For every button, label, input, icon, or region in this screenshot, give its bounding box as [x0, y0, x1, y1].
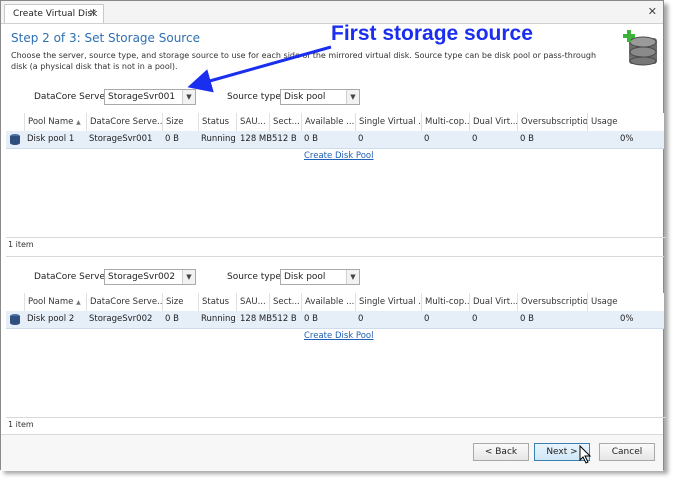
server-select-1[interactable]: StorageSvr001 ▼: [104, 89, 196, 105]
step-description: Choose the server, source type, and stor…: [11, 51, 597, 71]
tab-title: Create Virtual Disk: [13, 9, 98, 19]
source-type-select-2[interactable]: Disk pool ▼: [280, 269, 360, 285]
server-select-2[interactable]: StorageSvr002 ▼: [104, 269, 196, 285]
col-status[interactable]: Status: [198, 293, 236, 311]
cell-dual-virtual: 0: [472, 314, 478, 324]
col-multi-copy[interactable]: Multi-cop...: [421, 293, 469, 311]
col-single-virtual[interactable]: Single Virtual ...: [355, 293, 421, 311]
sort-asc-icon: ▲: [76, 119, 81, 126]
grid-footer-1: 1 item: [6, 237, 666, 252]
back-button[interactable]: < Back: [473, 443, 529, 461]
server-label-2: DataCore Server:: [34, 272, 112, 282]
table-row[interactable]: Disk pool 1 StorageSvr001 0 B Running 12…: [6, 131, 664, 149]
create-disk-pool-link-2[interactable]: Create Disk Pool: [304, 331, 374, 341]
chevron-down-icon: ▼: [182, 270, 195, 284]
col-oversubscription[interactable]: Oversubscription: [517, 293, 587, 311]
server-value-2: StorageSvr002: [108, 272, 176, 282]
disk-pool-grid-2: Pool Name ▲ DataCore Serve... Size Statu…: [6, 293, 666, 433]
cell-available: 0 B: [304, 314, 318, 324]
cell-usage: 0%: [620, 314, 634, 324]
cell-size: 0 B: [165, 314, 179, 324]
cell-multi-copy: 0: [424, 134, 430, 144]
source-type-value-1: Disk pool: [284, 92, 326, 102]
create-disk-pool-link-1[interactable]: Create Disk Pool: [304, 151, 374, 161]
cell-oversubscription: 0 B: [520, 134, 534, 144]
col-oversubscription[interactable]: Oversubscription: [517, 113, 587, 131]
source-type-label-1: Source type:: [227, 92, 284, 102]
cell-status: Running: [201, 134, 236, 144]
cell-size: 0 B: [165, 134, 179, 144]
cell-sector: 512 B: [272, 134, 297, 144]
disk-pool-grid-1: Pool Name ▲ DataCore Serve... Size Statu…: [6, 113, 666, 253]
window-close-icon[interactable]: ✕: [648, 5, 657, 18]
col-dual-virtual[interactable]: Dual Virt...: [469, 113, 517, 131]
annotation-label: First storage source: [331, 22, 533, 45]
cell-sau: 128 MB: [240, 314, 273, 324]
chevron-down-icon: ▼: [346, 270, 359, 284]
cell-status: Running: [201, 314, 236, 324]
col-available[interactable]: Available ...: [301, 113, 355, 131]
cell-server: StorageSvr002: [89, 314, 153, 324]
cell-single-virtual: 0: [358, 314, 364, 324]
source-type-select-1[interactable]: Disk pool ▼: [280, 89, 360, 105]
cell-single-virtual: 0: [358, 134, 364, 144]
col-dual-virtual[interactable]: Dual Virt...: [469, 293, 517, 311]
grid-footer-2: 1 item: [6, 417, 666, 432]
col-pool-name[interactable]: Pool Name ▲: [24, 113, 86, 131]
chevron-down-icon: ▼: [346, 90, 359, 104]
col-multi-copy[interactable]: Multi-cop...: [421, 113, 469, 131]
server-value-1: StorageSvr001: [108, 92, 176, 102]
source-type-label-2: Source type:: [227, 272, 284, 282]
cell-available: 0 B: [304, 134, 318, 144]
col-size[interactable]: Size: [162, 113, 198, 131]
tab-create-virtual-disk[interactable]: Create Virtual Disk ✕: [4, 4, 104, 23]
col-pool-name[interactable]: Pool Name ▲: [24, 293, 86, 311]
col-server[interactable]: DataCore Serve...: [86, 113, 162, 131]
col-sector[interactable]: Sect...: [269, 293, 301, 311]
cell-pool-name: Disk pool 1: [27, 134, 75, 144]
grid-header-2: Pool Name ▲ DataCore Serve... Size Statu…: [6, 293, 664, 312]
cell-oversubscription: 0 B: [520, 314, 534, 324]
tab-close-icon[interactable]: ✕: [89, 5, 97, 23]
source-type-value-2: Disk pool: [284, 272, 326, 282]
tab-bar: Create Virtual Disk ✕ ✕: [1, 1, 663, 24]
storage-add-icon: [623, 30, 657, 66]
cell-sector: 512 B: [272, 314, 297, 324]
disk-pool-icon: [10, 314, 20, 325]
col-usage[interactable]: Usage: [587, 293, 664, 311]
col-sau[interactable]: SAU...: [236, 293, 269, 311]
server-label-1: DataCore Server:: [34, 92, 112, 102]
cell-dual-virtual: 0: [472, 134, 478, 144]
button-bar: < Back Next > Cancel: [1, 434, 663, 471]
cell-sau: 128 MB: [240, 134, 273, 144]
col-size[interactable]: Size: [162, 293, 198, 311]
col-status[interactable]: Status: [198, 113, 236, 131]
sort-asc-icon: ▲: [76, 299, 81, 306]
col-usage[interactable]: Usage: [587, 113, 664, 131]
cell-multi-copy: 0: [424, 314, 430, 324]
col-single-virtual[interactable]: Single Virtual ...: [355, 113, 421, 131]
col-sector[interactable]: Sect...: [269, 113, 301, 131]
col-server[interactable]: DataCore Serve...: [86, 293, 162, 311]
section-divider: [6, 256, 664, 257]
cancel-button[interactable]: Cancel: [599, 443, 655, 461]
grid-header-1: Pool Name ▲ DataCore Serve... Size Statu…: [6, 113, 664, 132]
cell-server: StorageSvr001: [89, 134, 153, 144]
mouse-cursor-icon: [579, 445, 592, 464]
chevron-down-icon: ▼: [182, 90, 195, 104]
cell-usage: 0%: [620, 134, 634, 144]
col-sau[interactable]: SAU...: [236, 113, 269, 131]
col-available[interactable]: Available ...: [301, 293, 355, 311]
create-virtual-disk-window: Create Virtual Disk ✕ ✕ Step 2 of 3: Set…: [0, 0, 666, 471]
table-row[interactable]: Disk pool 2 StorageSvr002 0 B Running 12…: [6, 311, 664, 329]
disk-pool-icon: [10, 134, 20, 145]
cell-pool-name: Disk pool 2: [27, 314, 75, 324]
step-title: Step 2 of 3: Set Storage Source: [11, 31, 200, 45]
